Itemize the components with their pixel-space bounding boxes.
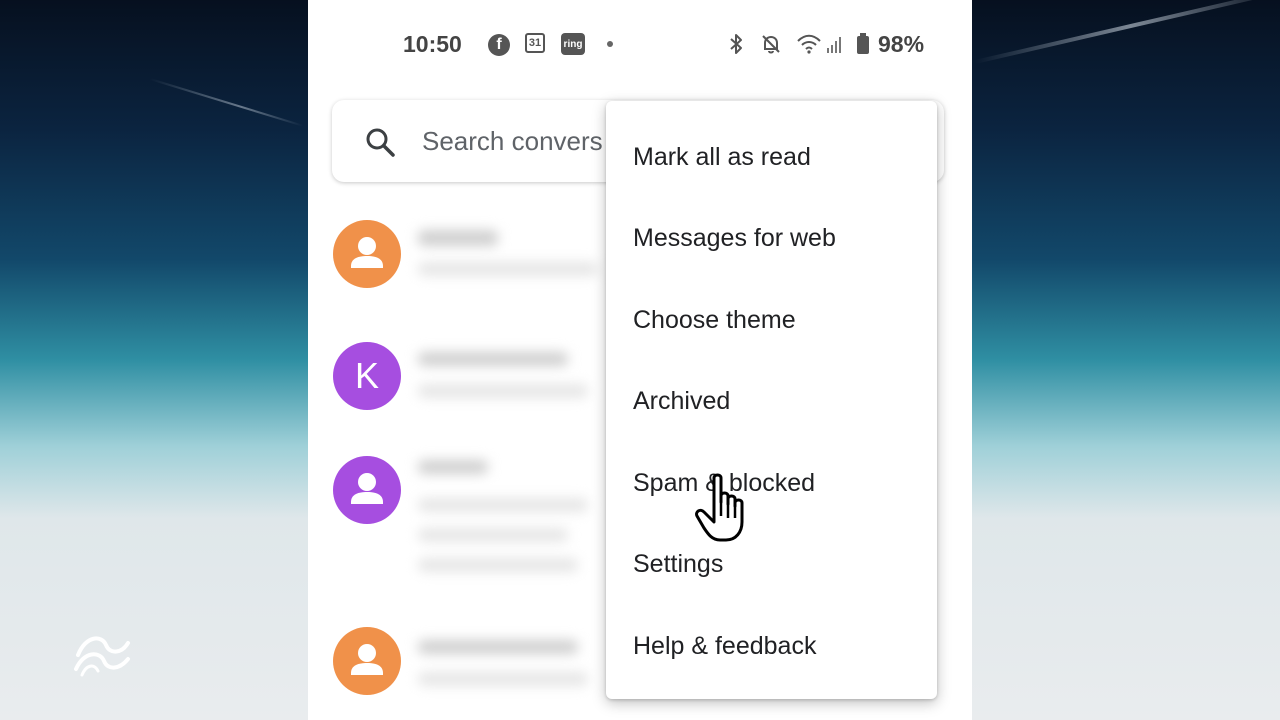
avatar xyxy=(333,627,401,695)
hand-pointer-icon xyxy=(695,473,744,542)
menu-item-spam-blocked[interactable]: Spam & blocked xyxy=(606,447,937,519)
menu-item-archived[interactable]: Archived xyxy=(606,365,937,437)
phone-screen: 10:50 f 31 ring 98% Search convers K Mar… xyxy=(308,0,972,720)
blurred-message-preview xyxy=(418,498,588,512)
calendar-icon: 31 xyxy=(525,33,545,53)
blurred-message-preview xyxy=(418,558,578,572)
menu-item-settings[interactable]: Settings xyxy=(606,528,937,600)
person-icon xyxy=(351,237,383,268)
blurred-contact-name xyxy=(418,230,498,246)
battery-icon xyxy=(857,33,869,54)
blurred-message-preview xyxy=(418,672,588,686)
ring-icon: ring xyxy=(561,33,585,55)
signal-icon xyxy=(827,37,841,53)
wifi-icon xyxy=(797,34,821,54)
avatar-letter: K xyxy=(354,355,379,396)
bluetooth-icon xyxy=(730,34,742,54)
search-input[interactable]: Search convers xyxy=(422,126,603,157)
blurred-contact-name xyxy=(418,460,488,474)
blurred-message-preview xyxy=(418,262,598,276)
overflow-menu: Mark all as read Messages for web Choose… xyxy=(606,101,937,699)
menu-item-mark-all-as-read[interactable]: Mark all as read xyxy=(606,121,937,193)
silent-icon xyxy=(762,35,780,54)
blurred-contact-name xyxy=(418,640,578,654)
person-icon xyxy=(351,473,383,504)
person-icon xyxy=(351,644,383,675)
watermark-logo xyxy=(74,636,130,677)
battery-percent: 98% xyxy=(878,31,925,57)
menu-item-help-feedback[interactable]: Help & feedback xyxy=(606,610,937,682)
avatar xyxy=(333,456,401,524)
facebook-icon: f xyxy=(488,34,510,56)
dot-icon xyxy=(607,41,613,47)
blurred-message-preview xyxy=(418,384,588,398)
status-bar: 10:50 f 31 ring 98% xyxy=(308,0,972,88)
search-icon[interactable] xyxy=(364,126,396,158)
avatar: K xyxy=(333,342,401,410)
menu-item-choose-theme[interactable]: Choose theme xyxy=(606,284,937,356)
blurred-contact-name xyxy=(418,352,568,366)
status-time: 10:50 xyxy=(403,31,462,57)
menu-item-messages-for-web[interactable]: Messages for web xyxy=(606,202,937,274)
blurred-message-preview xyxy=(418,528,568,542)
avatar xyxy=(333,220,401,288)
